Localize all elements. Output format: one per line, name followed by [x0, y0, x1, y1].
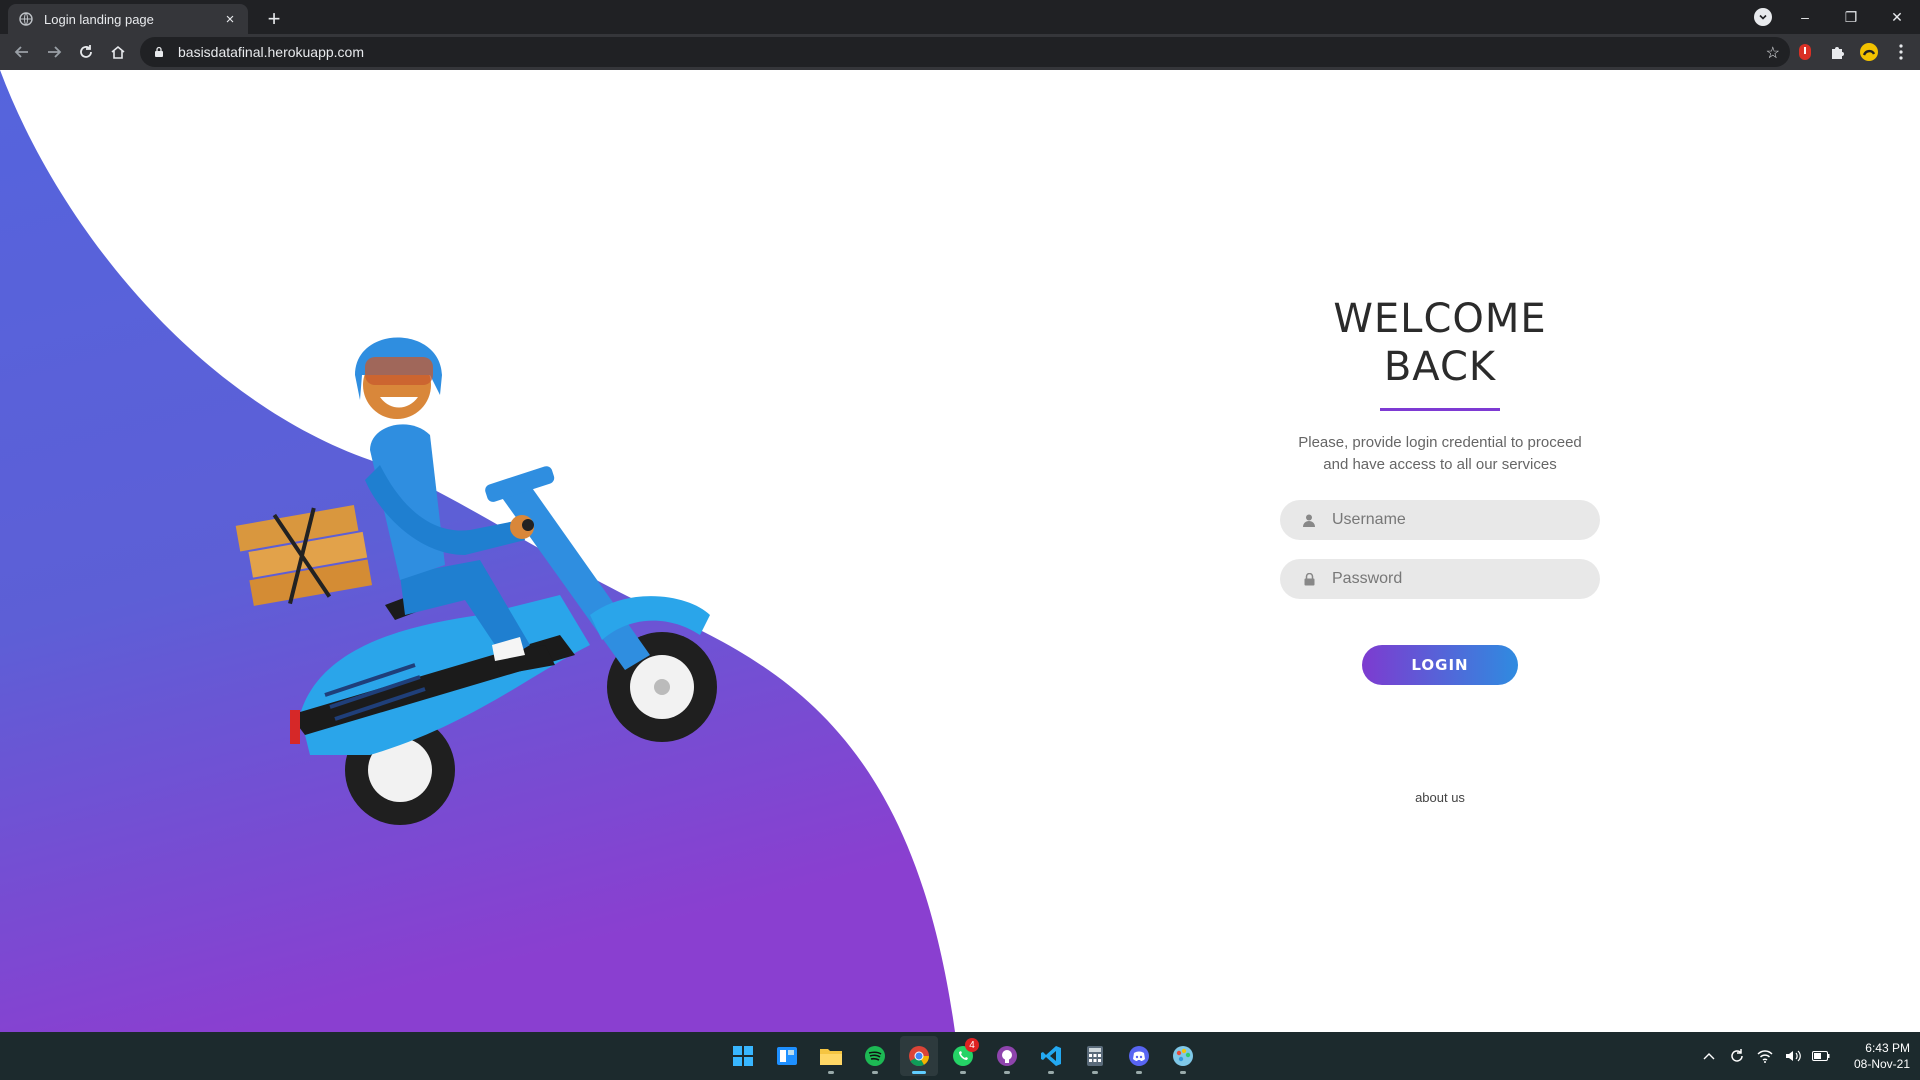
chevron-up-icon[interactable]	[1700, 1047, 1718, 1065]
url-text: basisdatafinal.herokuapp.com	[178, 44, 365, 60]
file-explorer-icon[interactable]	[812, 1036, 850, 1076]
whatsapp-icon[interactable]: 4	[944, 1036, 982, 1076]
subtitle-line2: and have access to all our services	[1323, 456, 1557, 473]
volume-icon[interactable]	[1784, 1047, 1802, 1065]
windows-start-icon[interactable]	[724, 1036, 762, 1076]
running-indicator	[1004, 1071, 1010, 1074]
spotify-icon[interactable]	[856, 1036, 894, 1076]
browser-tab[interactable]: Login landing page ×	[8, 4, 248, 34]
welcome-heading: WELCOME BACK	[1240, 295, 1640, 391]
tab-search-icon[interactable]	[1754, 8, 1772, 26]
window-controls: – ❐ ✕	[1782, 0, 1920, 34]
paint-icon[interactable]	[1164, 1036, 1202, 1076]
lock-icon	[154, 45, 166, 59]
lock-icon	[1302, 572, 1316, 586]
tab-title: Login landing page	[44, 11, 154, 27]
battery-icon[interactable]	[1811, 1047, 1830, 1065]
forward-button[interactable]	[38, 36, 70, 68]
running-indicator	[1136, 1071, 1142, 1074]
browser-titlebar: Login landing page × + – ❐ ✕	[0, 0, 1920, 34]
login-form: WELCOME BACK Please, provide login crede…	[1240, 70, 1640, 1032]
forward-arrow-icon	[48, 46, 62, 58]
kebab-menu-icon[interactable]	[1890, 41, 1912, 63]
login-subtitle: Please, provide login credential to proc…	[1280, 432, 1600, 476]
login-button[interactable]: LOGIN	[1362, 645, 1518, 685]
scooter-rider-illustration	[235, 337, 717, 825]
extension-icons	[1794, 37, 1912, 67]
vscode-icon[interactable]	[1032, 1036, 1070, 1076]
welcome-heading-line2: BACK	[1383, 344, 1497, 390]
reload-button[interactable]	[70, 36, 102, 68]
running-indicator	[1092, 1071, 1098, 1074]
tab-close-icon[interactable]: ×	[222, 11, 238, 28]
taskbar-apps: 4	[724, 1036, 1202, 1076]
reload-icon	[80, 45, 92, 58]
username-input[interactable]	[1332, 511, 1582, 529]
password-field[interactable]	[1280, 559, 1600, 599]
restore-button[interactable]: ❐	[1828, 2, 1874, 32]
password-input[interactable]	[1332, 570, 1582, 588]
minimize-button[interactable]: –	[1782, 2, 1828, 32]
clock-time: 6:43 PM	[1865, 1041, 1910, 1055]
windows-taskbar: 4 6:43 PM 08-Nov-21	[0, 1032, 1920, 1080]
profile-avatar-icon[interactable]	[1858, 41, 1880, 63]
home-icon	[111, 45, 125, 59]
sync-icon[interactable]	[1728, 1047, 1746, 1065]
bookmark-star-icon[interactable]: ☆	[1766, 43, 1780, 63]
calculator-icon[interactable]	[1076, 1036, 1114, 1076]
discord-icon[interactable]	[1120, 1036, 1158, 1076]
running-indicator	[1048, 1071, 1054, 1074]
back-button[interactable]	[6, 36, 38, 68]
browser-toolbar: basisdatafinal.herokuapp.com ☆	[0, 34, 1920, 70]
close-window-button[interactable]: ✕	[1874, 2, 1920, 32]
notification-badge: 4	[965, 1038, 979, 1052]
new-tab-button[interactable]: +	[260, 5, 288, 33]
widgets-icon[interactable]	[768, 1036, 806, 1076]
login-page: WELCOME BACK Please, provide login crede…	[0, 70, 1920, 1032]
running-indicator	[960, 1071, 966, 1074]
address-bar[interactable]: basisdatafinal.herokuapp.com ☆	[140, 37, 1790, 67]
clock[interactable]: 6:43 PM 08-Nov-21	[1854, 1040, 1910, 1072]
back-arrow-icon	[14, 46, 28, 58]
chrome-icon[interactable]	[900, 1036, 938, 1076]
running-indicator	[912, 1071, 926, 1074]
running-indicator	[828, 1071, 834, 1074]
username-field[interactable]	[1280, 500, 1600, 540]
home-button[interactable]	[102, 36, 134, 68]
running-indicator	[872, 1071, 878, 1074]
user-icon	[1302, 513, 1316, 527]
welcome-heading-line1: WELCOME	[1333, 296, 1547, 342]
clock-date: 08-Nov-21	[1853, 1057, 1910, 1071]
red-extension-icon[interactable]	[1794, 41, 1816, 63]
globe-icon	[18, 11, 34, 27]
github-desktop-icon[interactable]	[988, 1036, 1026, 1076]
wifi-icon[interactable]	[1756, 1047, 1774, 1065]
about-us-link[interactable]: about us	[1240, 790, 1640, 805]
heading-divider	[1380, 408, 1500, 411]
puzzle-extensions-icon[interactable]	[1826, 41, 1848, 63]
system-tray: 6:43 PM 08-Nov-21	[1700, 1032, 1910, 1080]
subtitle-line1: Please, provide login credential to proc…	[1298, 434, 1582, 451]
running-indicator	[1180, 1071, 1186, 1074]
